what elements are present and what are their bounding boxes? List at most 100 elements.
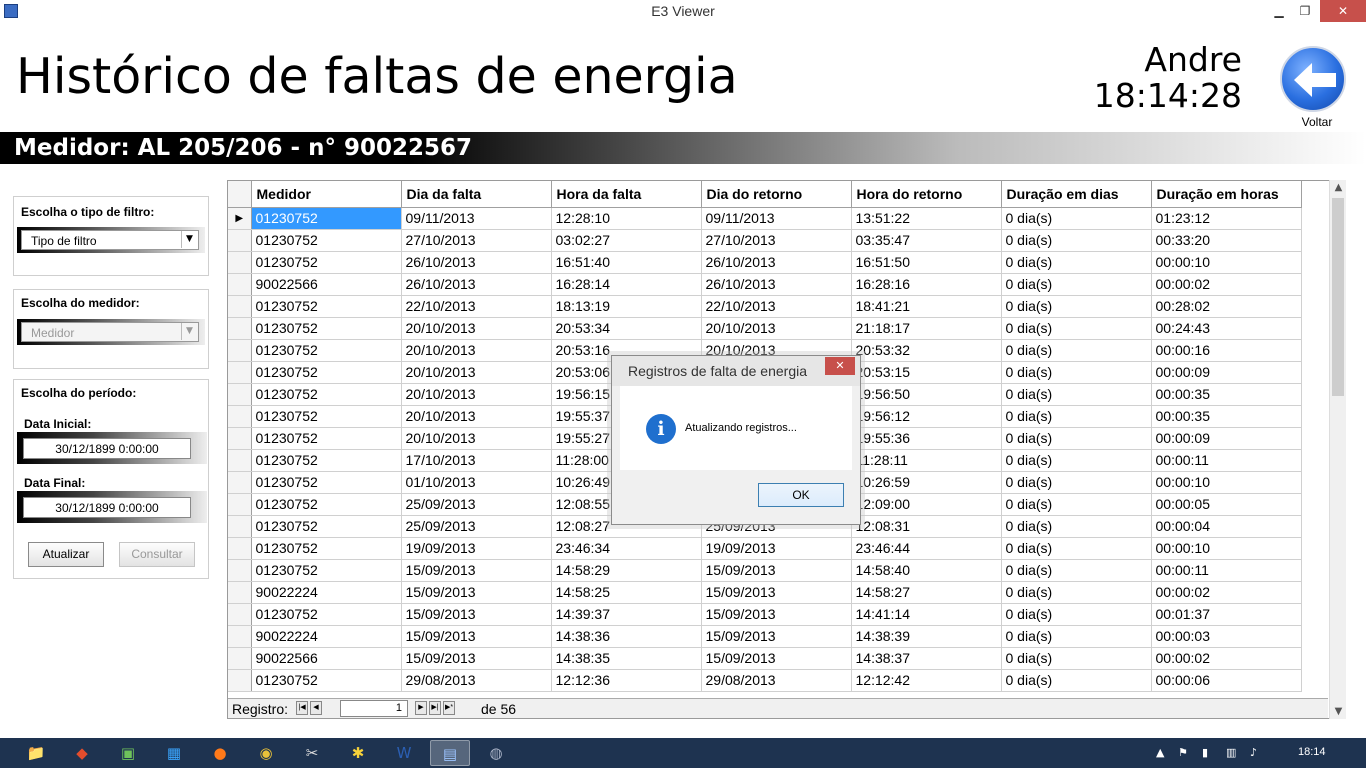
file-explorer-icon[interactable]: 📁 <box>16 740 56 766</box>
table-cell[interactable]: 09/11/2013 <box>701 207 852 230</box>
table-cell[interactable]: 27/10/2013 <box>701 229 852 252</box>
table-cell[interactable]: 15/09/2013 <box>401 559 552 582</box>
table-cell[interactable]: 15/09/2013 <box>401 581 552 604</box>
table-row[interactable]: 01230752 22/10/2013 18:13:19 22/10/2013 18:4… <box>228 295 1302 318</box>
chevron-down-icon[interactable]: ▼ <box>181 323 197 340</box>
volume-icon[interactable]: ♪ <box>1250 746 1257 759</box>
firefox-icon[interactable]: ● <box>200 740 240 766</box>
table-cell[interactable]: 20/10/2013 <box>401 339 552 362</box>
table-cell[interactable]: 0 dia(s) <box>1001 515 1152 538</box>
table-cell[interactable]: 01230752 <box>251 383 402 406</box>
table-cell[interactable]: 0 dia(s) <box>1001 537 1152 560</box>
table-cell[interactable]: 12:09:00 <box>851 493 1002 516</box>
row-selector[interactable] <box>228 383 252 406</box>
table-cell[interactable]: 18:41:21 <box>851 295 1002 318</box>
table-cell[interactable]: 0 dia(s) <box>1001 581 1152 604</box>
flag-icon[interactable]: ⚑ <box>1178 746 1188 759</box>
table-cell[interactable]: 16:28:14 <box>551 273 702 296</box>
table-cell[interactable]: 90022566 <box>251 647 402 670</box>
table-cell[interactable]: 20/10/2013 <box>401 427 552 450</box>
app-red-icon[interactable]: ◆ <box>62 740 102 766</box>
table-cell[interactable]: 14:58:40 <box>851 559 1002 582</box>
table-row[interactable]: 01230752 26/10/2013 16:51:40 26/10/2013 16:5… <box>228 251 1302 274</box>
scroll-down-icon[interactable]: ▼ <box>1330 706 1347 717</box>
table-cell[interactable]: 20/10/2013 <box>401 405 552 428</box>
table-cell[interactable]: 15/09/2013 <box>701 559 852 582</box>
table-cell[interactable]: 0 dia(s) <box>1001 339 1152 362</box>
table-cell[interactable]: 14:39:37 <box>551 603 702 626</box>
table-cell[interactable]: 01230752 <box>251 317 402 340</box>
table-cell[interactable]: 10:26:59 <box>851 471 1002 494</box>
row-selector[interactable] <box>228 647 252 670</box>
start-date-field[interactable]: 30/12/1899 0:00:00 <box>17 432 207 464</box>
table-cell[interactable]: 00:00:10 <box>1151 537 1302 560</box>
table-cell[interactable]: 20:53:34 <box>551 317 702 340</box>
table-cell[interactable]: 25/09/2013 <box>401 515 552 538</box>
table-cell[interactable]: 00:00:10 <box>1151 471 1302 494</box>
row-selector[interactable] <box>228 493 252 516</box>
table-cell[interactable]: 12:08:31 <box>851 515 1002 538</box>
table-cell[interactable]: 00:00:06 <box>1151 669 1302 692</box>
table-cell[interactable]: 00:01:37 <box>1151 603 1302 626</box>
row-selector[interactable] <box>228 559 252 582</box>
end-date-field[interactable]: 30/12/1899 0:00:00 <box>17 491 207 523</box>
table-cell[interactable]: 15/09/2013 <box>401 603 552 626</box>
table-cell[interactable]: 0 dia(s) <box>1001 625 1152 648</box>
chrome-icon[interactable]: ◉ <box>246 740 286 766</box>
scroll-up-icon[interactable]: ▲ <box>1330 182 1347 193</box>
table-cell[interactable]: 01230752 <box>251 449 402 472</box>
table-cell[interactable]: 01230752 <box>251 361 402 384</box>
table-cell[interactable]: 0 dia(s) <box>1001 295 1152 318</box>
table-cell[interactable]: 0 dia(s) <box>1001 647 1152 670</box>
first-record-button[interactable]: |◀ <box>296 701 308 715</box>
table-cell[interactable]: 0 dia(s) <box>1001 603 1152 626</box>
table-cell[interactable]: 03:02:27 <box>551 229 702 252</box>
table-cell[interactable]: 20/10/2013 <box>401 361 552 384</box>
row-selector[interactable]: ▶ <box>228 207 252 230</box>
column-header[interactable]: Duração em dias <box>1001 181 1152 208</box>
table-row[interactable]: 90022566 26/10/2013 16:28:14 26/10/2013 16:2… <box>228 273 1302 296</box>
table-cell[interactable]: 29/08/2013 <box>701 669 852 692</box>
current-record-input[interactable]: 1 <box>340 700 408 717</box>
table-cell[interactable]: 18:13:19 <box>551 295 702 318</box>
column-header[interactable]: Dia do retorno <box>701 181 852 208</box>
table-cell[interactable]: 16:28:16 <box>851 273 1002 296</box>
table-cell[interactable]: 22/10/2013 <box>401 295 552 318</box>
table-cell[interactable]: 0 dia(s) <box>1001 251 1152 274</box>
table-cell[interactable]: 01230752 <box>251 603 402 626</box>
column-header[interactable]: Medidor <box>251 181 402 208</box>
table-cell[interactable]: 19:55:36 <box>851 427 1002 450</box>
table-cell[interactable]: 26/10/2013 <box>701 251 852 274</box>
table-cell[interactable]: 01230752 <box>251 559 402 582</box>
grid-vertical-scrollbar[interactable]: ▲ ▼ <box>1329 180 1346 719</box>
table-cell[interactable]: 23:46:44 <box>851 537 1002 560</box>
table-row[interactable]: 01230752 29/08/2013 12:12:36 29/08/2013 12:1… <box>228 669 1302 692</box>
row-selector[interactable] <box>228 427 252 450</box>
table-cell[interactable]: 19/09/2013 <box>701 537 852 560</box>
row-selector[interactable] <box>228 603 252 626</box>
table-cell[interactable]: 00:00:02 <box>1151 581 1302 604</box>
row-selector[interactable] <box>228 515 252 538</box>
table-cell[interactable]: 23:46:34 <box>551 537 702 560</box>
table-row[interactable]: 90022224 15/09/2013 14:58:25 15/09/2013 14:5… <box>228 581 1302 604</box>
maximize-button[interactable]: ❐ <box>1292 0 1318 22</box>
table-cell[interactable]: 0 dia(s) <box>1001 559 1152 582</box>
row-selector[interactable] <box>228 625 252 648</box>
table-cell[interactable]: 26/10/2013 <box>701 273 852 296</box>
table-cell[interactable]: 15/09/2013 <box>701 625 852 648</box>
table-row[interactable]: 01230752 27/10/2013 03:02:27 27/10/2013 03:3… <box>228 229 1302 252</box>
table-cell[interactable]: 16:51:50 <box>851 251 1002 274</box>
table-cell[interactable]: 01230752 <box>251 229 402 252</box>
table-cell[interactable]: 20/10/2013 <box>401 317 552 340</box>
table-cell[interactable]: 29/08/2013 <box>401 669 552 692</box>
table-row[interactable]: 90022224 15/09/2013 14:38:36 15/09/2013 14:3… <box>228 625 1302 648</box>
row-selector[interactable] <box>228 317 252 340</box>
table-cell[interactable]: 01230752 <box>251 537 402 560</box>
table-cell[interactable]: 15/09/2013 <box>401 647 552 670</box>
row-selector[interactable] <box>228 251 252 274</box>
query-button[interactable]: Consultar <box>119 542 195 567</box>
table-cell[interactable]: 00:00:10 <box>1151 251 1302 274</box>
ok-button[interactable]: OK <box>758 483 844 507</box>
table-cell[interactable]: 00:00:35 <box>1151 383 1302 406</box>
table-row[interactable]: 01230752 20/10/2013 20:53:34 20/10/2013 21:1… <box>228 317 1302 340</box>
